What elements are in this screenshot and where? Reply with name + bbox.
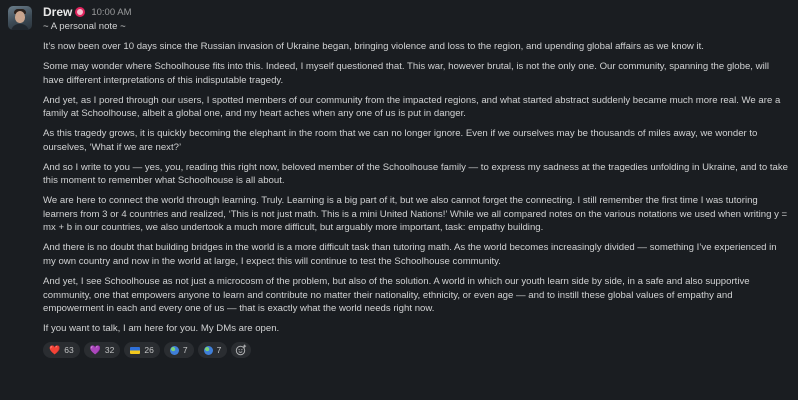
avatar-face — [15, 11, 25, 23]
reaction-count: 7 — [182, 345, 188, 356]
author-name[interactable]: Drew — [43, 5, 72, 19]
message-paragraph: And so I write to you — yes, you, readin… — [43, 161, 788, 187]
message-paragraph: Some may wonder where Schoolhouse fits i… — [43, 60, 769, 86]
reaction-globe[interactable]: 7 — [163, 342, 194, 359]
reaction-count: 26 — [144, 345, 154, 356]
globe-asia-icon — [203, 345, 213, 355]
add-emoji-icon — [236, 344, 247, 356]
message-header: Drew 10:00 AM — [43, 4, 790, 20]
message-paragraph: If you want to talk, I am here for you. … — [43, 323, 280, 335]
avatar-shirt — [11, 24, 29, 30]
ukraine-flag-icon — [130, 346, 141, 354]
message-paragraph: ~ A personal note ~ — [43, 21, 126, 32]
message-paragraph: And there is no doubt that building brid… — [43, 242, 777, 268]
reactions-bar: ❤️ 63 💜 32 26 7 7 — [43, 342, 790, 359]
message: Drew 10:00 AM ~ A personal note ~ It’s n… — [0, 0, 798, 400]
message-paragraph: And yet, as I pored through our users, I… — [43, 94, 781, 120]
avatar[interactable] — [8, 6, 32, 30]
reaction-count: 7 — [216, 345, 222, 356]
message-body: ~ A personal note ~ It’s now been over 1… — [43, 20, 790, 336]
red-heart-icon: ❤️ — [49, 344, 61, 355]
message-paragraph: As this tragedy grows, it is quickly bec… — [43, 128, 758, 153]
globe-icon — [169, 345, 179, 355]
reaction-count: 63 — [64, 345, 74, 356]
timestamp[interactable]: 10:00 AM — [91, 7, 131, 18]
add-reaction-button[interactable] — [231, 342, 252, 359]
message-paragraph: We are here to connect the world through… — [43, 195, 788, 234]
reaction-ukraine-flag[interactable]: 26 — [124, 342, 160, 359]
message-paragraph: It’s now been over 10 days since the Rus… — [43, 40, 704, 52]
reaction-red-heart[interactable]: ❤️ 63 — [43, 342, 80, 359]
purple-heart-icon: 💜 — [89, 344, 101, 355]
reaction-purple-heart[interactable]: 💜 32 — [83, 342, 121, 359]
reaction-globe-asia[interactable]: 7 — [197, 342, 228, 359]
message-paragraph: And yet, I see Schoolhouse as not just a… — [43, 276, 750, 315]
status-emoji-icon[interactable] — [75, 7, 86, 17]
message-content: Drew 10:00 AM ~ A personal note ~ It’s n… — [43, 4, 790, 400]
reaction-count: 32 — [104, 345, 115, 356]
